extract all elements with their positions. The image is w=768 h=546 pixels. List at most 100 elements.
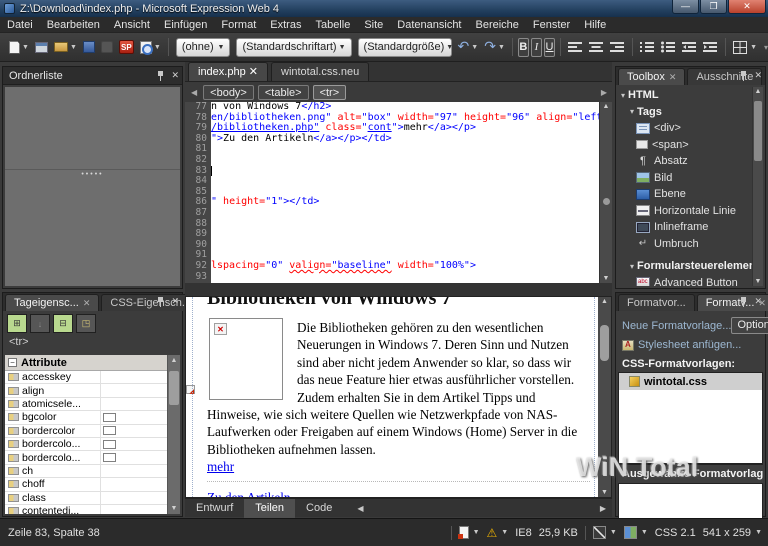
italic-button[interactable]: I [531, 38, 542, 57]
splitter-handle-icon[interactable]: ••••• [5, 171, 180, 178]
open-file-button[interactable]: ▼ [52, 36, 79, 58]
close-icon[interactable]: ✕ [754, 296, 762, 307]
superpreview-button[interactable]: SP [117, 36, 136, 58]
design-vertical-scrollbar[interactable]: ▲ ▼ [598, 297, 611, 497]
document-tab-wintotal.css.neu[interactable]: wintotal.css.neu [271, 62, 369, 81]
redo-button[interactable]: ↷▼ [482, 36, 507, 58]
chevron-down-icon[interactable]: ▾ [627, 107, 637, 116]
attribute-row[interactable]: bordercolo... [5, 438, 180, 451]
menu-item-bearbeiten[interactable]: Bearbeiten [40, 18, 107, 32]
browser-target-label[interactable]: IE8 [515, 527, 532, 539]
menu-item-datei[interactable]: Datei [0, 18, 40, 32]
color-swatch[interactable] [103, 413, 116, 422]
scroll-down-icon[interactable]: ▼ [753, 278, 763, 285]
bold-button[interactable]: B [518, 38, 529, 57]
toolbox-item-Umbruch[interactable]: ↵Umbruch [618, 236, 752, 253]
attribute-row[interactable]: contentedi... [5, 505, 180, 514]
pin-icon[interactable] [739, 297, 748, 307]
attribute-row[interactable]: choff [5, 478, 180, 491]
code-line[interactable] [211, 144, 599, 155]
more-link[interactable]: mehr [207, 459, 234, 474]
attribute-row[interactable]: bgcolor [5, 411, 180, 424]
tree-header-formularsteuerelemente[interactable]: ▾Formularsteuerelemente [618, 258, 752, 275]
menu-item-bereiche[interactable]: Bereiche [469, 18, 526, 32]
code-line[interactable]: ">Zu den Artikeln</a></p></td> [211, 134, 599, 145]
code-vertical-scrollbar[interactable]: ▲ ▼ [599, 102, 612, 283]
code-line[interactable] [211, 166, 599, 177]
toolbox-scrollbar[interactable]: ▲ ▼ [752, 87, 763, 286]
attribute-row[interactable]: accesskey [5, 371, 180, 384]
breadcrumb-tag[interactable]: <table> [258, 85, 309, 100]
breadcrumb-tag[interactable]: <tr> [313, 85, 347, 100]
align-center-button[interactable] [587, 36, 606, 58]
code-line[interactable]: lspacing="0" valign="baseline" width="10… [211, 261, 599, 272]
minimize-button[interactable]: — [672, 0, 699, 14]
close-icon[interactable]: ✕ [246, 66, 258, 78]
toolbox-item-Horizontale Linie[interactable]: Horizontale Linie [618, 203, 752, 220]
tab-tag-properties[interactable]: Tageigensc...✕ [5, 294, 99, 311]
scroll-up-icon[interactable]: ▲ [168, 357, 180, 364]
toolbox-item-div[interactable]: <div> [618, 120, 752, 137]
code-line[interactable]: " height="1"></td> [211, 197, 599, 208]
menu-item-format[interactable]: Format [214, 18, 263, 32]
articles-link[interactable]: Zu den Artikeln [207, 490, 291, 497]
undo-button[interactable]: ↶▼ [456, 36, 481, 58]
design-view[interactable]: Bibliotheken von Windows 7 ✕ Die Bibliot… [185, 296, 612, 498]
code-view[interactable]: 7778798081828384858687888990919293 n von… [185, 102, 612, 283]
code-text-area[interactable]: n von Windows 7</h2>en/bibliotheken.png"… [211, 102, 599, 283]
attach-stylesheet-link[interactable]: Stylesheet anfügen... [638, 339, 741, 351]
toolbox-item-Inlineframe[interactable]: Inlineframe [618, 219, 752, 236]
style-application-button[interactable]: ▼ [593, 526, 617, 539]
attribute-section-header[interactable]: − Attribute [5, 355, 180, 371]
page-heading[interactable]: Bibliotheken von Windows 7 [207, 297, 590, 310]
scroll-down-icon[interactable]: ▼ [600, 275, 612, 282]
menu-item-tabelle[interactable]: Tabelle [308, 18, 357, 32]
pin-icon[interactable] [156, 297, 165, 307]
save-button[interactable] [81, 36, 97, 58]
scroll-right-icon[interactable]: ▶ [600, 504, 606, 513]
chevron-down-icon[interactable]: ▾ [618, 91, 628, 100]
table-button[interactable]: ▼ [731, 36, 759, 58]
download-status-button[interactable]: ▼ [459, 526, 480, 539]
color-swatch[interactable] [103, 426, 116, 435]
align-left-button[interactable] [566, 36, 585, 58]
menu-item-datenansicht[interactable]: Datenansicht [390, 18, 468, 32]
categorized-view-button[interactable]: ⊞ [7, 314, 27, 333]
attribute-row[interactable]: ch [5, 465, 180, 478]
attribute-row[interactable]: atomicsele... [5, 398, 180, 411]
menu-item-extras[interactable]: Extras [263, 18, 308, 32]
toolbox-item-Ebene[interactable]: Ebene [618, 186, 752, 203]
code-line[interactable] [211, 272, 599, 283]
summary-button[interactable]: ◳ [76, 314, 96, 333]
compatibility-warning-button[interactable]: ⚠▼ [487, 526, 509, 540]
code-line[interactable] [211, 155, 599, 166]
scroll-up-icon[interactable]: ▲ [753, 88, 763, 95]
page-dimensions-button[interactable]: 541 x 259▼ [703, 527, 762, 539]
attribute-row[interactable]: class [5, 492, 180, 505]
breadcrumb-tag[interactable]: <body> [203, 85, 254, 100]
menu-item-fenster[interactable]: Fenster [526, 18, 577, 32]
scroll-up-icon[interactable]: ▲ [598, 298, 611, 305]
visual-aids-button[interactable]: ▼ [624, 526, 648, 539]
scroll-down-icon[interactable]: ▼ [168, 505, 180, 512]
numbered-list-button[interactable] [638, 36, 657, 58]
tab-toolbox[interactable]: Toolbox✕ [618, 68, 685, 85]
breadcrumb-right-icon[interactable]: ▶ [599, 88, 609, 97]
pin-icon[interactable] [739, 71, 748, 81]
options-button[interactable]: Optionen ▼ [731, 317, 768, 334]
size-dropdown[interactable]: (Standardgröße)▼ [358, 38, 452, 57]
attribute-scrollbar[interactable]: ▲ ▼ [167, 355, 180, 514]
decrease-indent-button[interactable] [680, 36, 699, 58]
breadcrumb-left-icon[interactable]: ◀ [189, 88, 199, 97]
chevron-down-icon[interactable]: ▾ [627, 262, 637, 271]
scroll-down-icon[interactable]: ▼ [598, 489, 611, 496]
splitter-divider[interactable] [5, 169, 180, 170]
color-swatch[interactable] [103, 453, 116, 462]
toolbox-item-Advanced Button[interactable]: Advanced Button [618, 275, 752, 287]
scroll-marker[interactable] [603, 198, 610, 205]
underline-button[interactable]: U [544, 38, 555, 57]
color-swatch[interactable] [103, 440, 116, 449]
attribute-row[interactable]: align [5, 384, 180, 397]
code-line[interactable] [211, 208, 599, 219]
collapse-icon[interactable]: − [8, 358, 17, 367]
